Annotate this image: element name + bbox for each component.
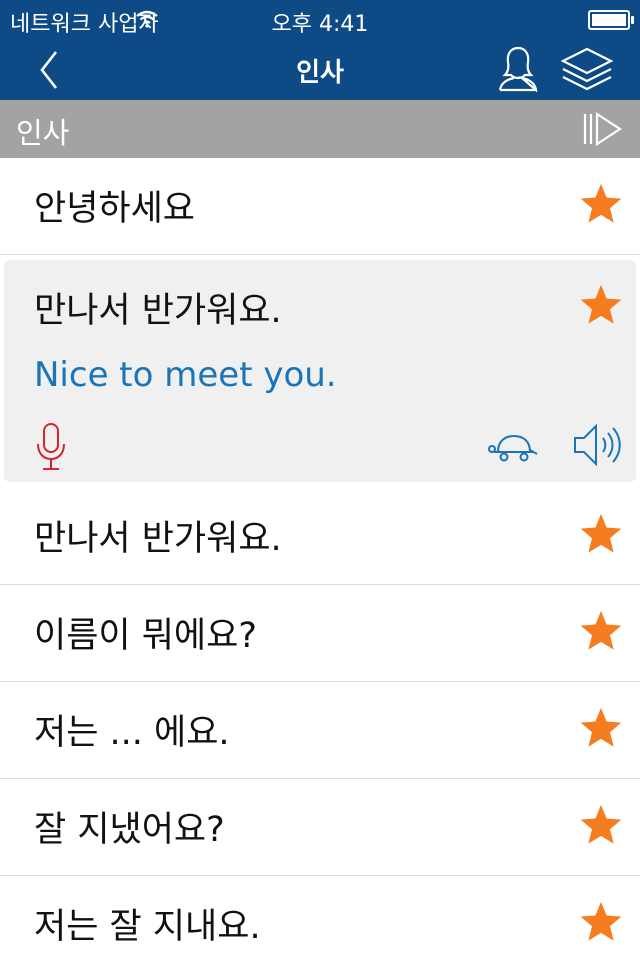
- section-title: 인사: [16, 116, 70, 150]
- star-icon[interactable]: [578, 705, 624, 751]
- star-icon[interactable]: [578, 181, 624, 227]
- expanded-phrase-card[interactable]: 만나서 반가워요. Nice to meet you.: [4, 260, 636, 482]
- layers-icon[interactable]: [560, 46, 614, 92]
- phrase-text: 저는 잘 지내요.: [34, 907, 261, 947]
- phrase-text: 만나서 반가워요.: [34, 519, 282, 559]
- turtle-icon[interactable]: [488, 432, 540, 464]
- phrase-row[interactable]: 잘 지냈어요?: [0, 779, 640, 876]
- status-bar: 네트워크 사업자 오후 4:41: [0, 0, 640, 40]
- phrase-text: 저는 ... 에요.: [34, 713, 230, 753]
- star-icon[interactable]: [578, 282, 624, 328]
- section-header: 인사: [0, 100, 640, 158]
- phrase-text: 잘 지냈어요?: [34, 810, 225, 850]
- phrase-text: 만나서 반가워요.: [34, 291, 282, 331]
- microphone-icon[interactable]: [34, 422, 68, 472]
- phrase-row[interactable]: 이름이 뭐에요?: [0, 585, 640, 682]
- translation-text: Nice to meet you.: [34, 355, 337, 395]
- nav-bar: 인사: [0, 40, 640, 100]
- star-icon[interactable]: [578, 802, 624, 848]
- star-icon[interactable]: [578, 511, 624, 557]
- speaker-icon[interactable]: [572, 422, 624, 468]
- phrase-row[interactable]: 저는 ... 에요.: [0, 682, 640, 779]
- status-time: 오후 4:41: [271, 12, 369, 37]
- star-icon[interactable]: [578, 608, 624, 654]
- star-icon[interactable]: [578, 899, 624, 945]
- page-title: 인사: [296, 58, 344, 88]
- phrase-text: 안녕하세요: [34, 189, 196, 229]
- battery-icon: [588, 10, 634, 30]
- phrase-row[interactable]: 저는 잘 지내요.: [0, 876, 640, 973]
- phrase-row[interactable]: 만나서 반가워요.: [0, 488, 640, 585]
- person-icon[interactable]: [496, 44, 540, 93]
- phrase-row[interactable]: 안녕하세요: [0, 158, 640, 255]
- play-all-icon[interactable]: [582, 111, 623, 147]
- phrase-text: 이름이 뭐에요?: [34, 616, 257, 656]
